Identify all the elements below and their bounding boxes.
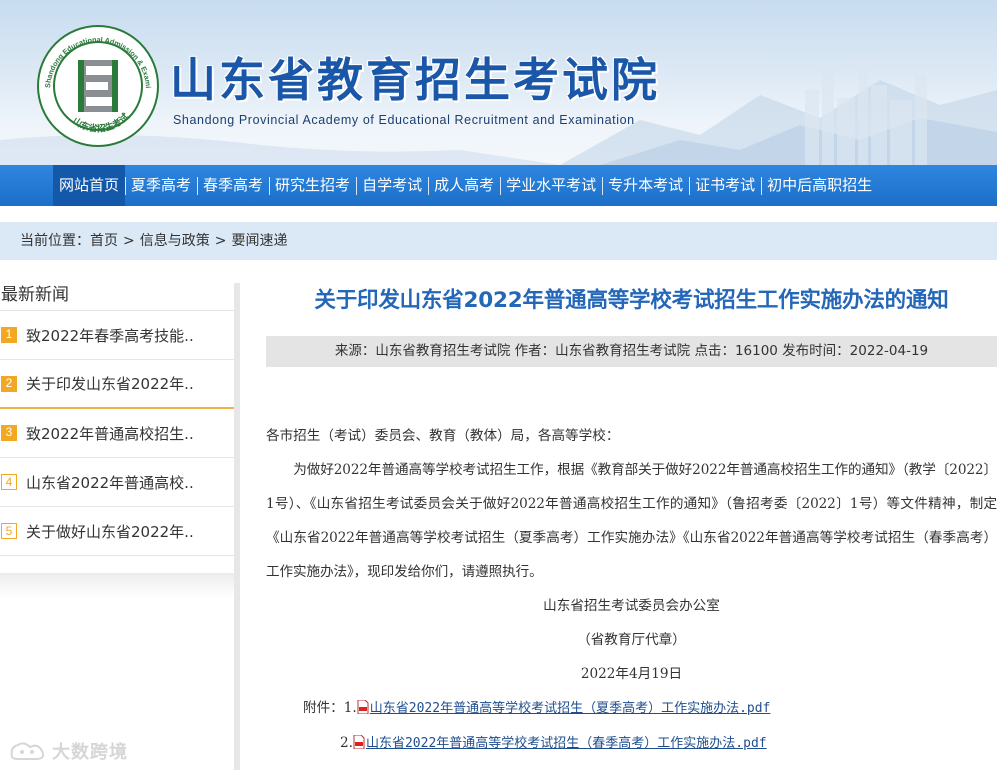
attachment-row: 2. 山东省2022年普通高等学校考试招生（春季高考）工作实施办法.pdf <box>266 726 997 761</box>
article-body: 各市招生（考试）委员会、教育（教体）局，各高等学校： 为做好2022年普通高等学… <box>266 419 997 761</box>
nav-item-upgrade-exam[interactable]: 专升本考试 <box>602 165 689 206</box>
attachment-link-spring[interactable]: 山东省2022年普通高等学校考试招生（春季高考）工作实施办法.pdf <box>366 736 767 751</box>
sidebar-bottom-divider <box>0 573 234 598</box>
pdf-file-icon <box>357 700 369 714</box>
news-item-title[interactable]: 山东省2022年普通高校.. <box>26 472 194 493</box>
attachments-label: 附件： <box>303 700 344 716</box>
nav-item-graduate-exam[interactable]: 研究生招考 <box>269 165 356 206</box>
main-nav: 网站首页 夏季高考 春季高考 研究生招考 自学考试 成人高考 学业水平考试 专升… <box>0 165 997 206</box>
breadcrumb-news[interactable]: 要闻速递 <box>231 233 287 249</box>
breadcrumb-prefix: 当前位置： <box>20 233 90 249</box>
article-title: 关于印发山东省2022年普通高等学校考试招生工作实施办法的通知 <box>314 288 949 313</box>
breadcrumb-separator: > <box>123 233 135 249</box>
news-rank-badge: 1 <box>1 327 17 343</box>
article-meta: 来源：山东省教育招生考试院 作者：山东省教育招生考试院 点击：16100 发布时… <box>266 336 997 367</box>
watermark: 大数跨境 <box>8 736 128 766</box>
signature-date: 2022年4月19日 <box>580 666 683 682</box>
attachment-link-summer[interactable]: 山东省2022年普通高等学校考试招生（夏季高考）工作实施办法.pdf <box>370 701 771 716</box>
news-rank-badge: 2 <box>1 375 17 392</box>
attachment-number: 2. <box>340 735 353 751</box>
sidebar-news-item[interactable]: 5 关于做好山东省2022年.. <box>0 507 234 556</box>
nav-item-summer-gaokao[interactable]: 夏季高考 <box>125 165 197 206</box>
watermark-logo-icon <box>10 742 45 760</box>
logo-e-mark-icon <box>78 60 118 112</box>
breadcrumb-home[interactable]: 首页 <box>90 233 118 249</box>
latest-news-sidebar: 最新新闻 1 致2022年春季高考技能.. 2 关于印发山东省2022年.. 3… <box>0 283 240 770</box>
nav-item-self-study-exam[interactable]: 自学考试 <box>356 165 428 206</box>
site-subtitle: Shandong Provincial Academy of Education… <box>173 113 635 127</box>
news-item-title[interactable]: 关于印发山东省2022年.. <box>26 373 194 394</box>
sidebar-heading: 最新新闻 <box>0 283 234 311</box>
attachment-row: 附件：1. 山东省2022年普通高等学校考试招生（夏季高考）工作实施办法.pdf <box>266 691 997 726</box>
article-salutation: 各市招生（考试）委员会、教育（教体）局，各高等学校： <box>266 428 620 444</box>
news-item-title[interactable]: 关于做好山东省2022年.. <box>26 521 194 542</box>
breadcrumb: 当前位置：首页 > 信息与政策 > 要闻速递 <box>0 222 997 260</box>
nav-item-adult-gaokao[interactable]: 成人高考 <box>428 165 500 206</box>
nav-item-proficiency-test[interactable]: 学业水平考试 <box>500 165 602 206</box>
watermark-text: 大数跨境 <box>52 742 128 763</box>
site-title: 山东省教育招生考试院 <box>170 53 660 107</box>
academy-logo[interactable]: Shandong Educational Admission & Examina… <box>36 24 160 148</box>
sidebar-news-item[interactable]: 1 致2022年春季高考技能.. <box>0 311 234 360</box>
header-banner: Shandong Educational Admission & Examina… <box>0 0 997 165</box>
attachment-number: 1. <box>343 700 357 716</box>
sidebar-news-item[interactable]: 2 关于印发山东省2022年.. <box>0 360 234 409</box>
breadcrumb-separator: > <box>214 233 227 249</box>
nav-item-certificate-exam[interactable]: 证书考试 <box>689 165 761 206</box>
sidebar-news-item[interactable]: 3 致2022年普通高校招生.. <box>0 409 234 458</box>
news-item-title[interactable]: 致2022年春季高考技能.. <box>26 325 194 346</box>
signature-org: 山东省招生考试委员会办公室 <box>543 598 720 614</box>
news-rank-badge: 3 <box>1 425 17 441</box>
nav-item-spring-gaokao[interactable]: 春季高考 <box>197 165 269 206</box>
breadcrumb-info-policy[interactable]: 信息与政策 <box>140 233 210 249</box>
sidebar-news-item[interactable]: 4 山东省2022年普通高校.. <box>0 458 234 507</box>
article-paragraph: 为做好2022年普通高等学校考试招生工作，根据《教育部关于做好2022年普通高校… <box>266 462 997 580</box>
article: 关于印发山东省2022年普通高等学校考试招生工作实施办法的通知 来源：山东省教育… <box>266 283 997 761</box>
nav-item-vocational-admission[interactable]: 初中后高职招生 <box>761 165 878 206</box>
news-rank-badge: 4 <box>1 474 17 490</box>
pdf-file-icon <box>353 735 365 749</box>
signature-note: （省教育厅代章） <box>577 632 686 648</box>
news-rank-badge: 5 <box>1 523 17 539</box>
news-item-title[interactable]: 致2022年普通高校招生.. <box>26 423 194 444</box>
nav-item-home[interactable]: 网站首页 <box>53 165 126 206</box>
